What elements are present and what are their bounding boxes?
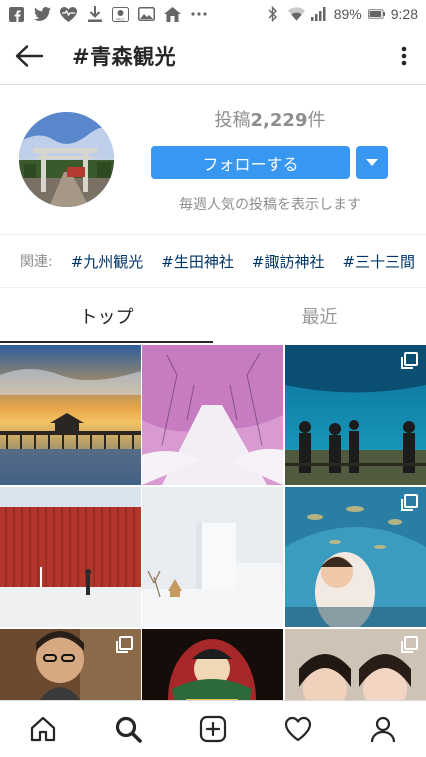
multi-photo-icon bbox=[401, 352, 418, 369]
bottom-nav bbox=[0, 700, 426, 757]
post-count: 投稿2,229件 bbox=[150, 106, 390, 132]
add-post-icon bbox=[199, 715, 227, 743]
tab-recent[interactable]: 最近 bbox=[213, 289, 426, 343]
related-tag-3[interactable]: #三十三間 bbox=[342, 251, 415, 272]
page-title: #青森観光 bbox=[72, 45, 177, 69]
nav-profile[interactable] bbox=[341, 701, 426, 757]
hashtag-profile: 投稿2,229件 フォローする 毎週人気の投稿を表示します bbox=[0, 86, 426, 234]
related-tag-1[interactable]: #生田神社 bbox=[161, 251, 234, 272]
multi-photo-icon bbox=[116, 636, 133, 653]
post-man-portrait[interactable] bbox=[0, 629, 141, 700]
wifi-icon bbox=[287, 6, 305, 23]
status-bar: REC 89% 9:28 bbox=[0, 0, 426, 28]
tab-top[interactable]: トップ bbox=[0, 289, 213, 343]
post-aquarium-tank[interactable] bbox=[285, 345, 426, 485]
related-tag-2[interactable]: #諏訪神社 bbox=[252, 251, 325, 272]
battery-percent: 89% bbox=[333, 6, 362, 22]
image-icon bbox=[138, 6, 155, 23]
back-button[interactable] bbox=[0, 28, 58, 85]
more-dots-icon bbox=[190, 6, 207, 23]
post-nebuta-float[interactable] bbox=[142, 629, 283, 700]
activity-heart-icon bbox=[285, 716, 312, 742]
multi-photo-icon bbox=[401, 636, 418, 653]
post-count-suffix: 件 bbox=[307, 110, 326, 131]
post-count-number: 2,229 bbox=[250, 110, 308, 131]
heart-pulse-icon bbox=[60, 6, 77, 23]
post-red-wall[interactable] bbox=[0, 487, 141, 627]
svg-text:REC: REC bbox=[116, 16, 125, 21]
post-cherry-snow[interactable] bbox=[142, 345, 283, 485]
more-options-button[interactable] bbox=[382, 28, 426, 85]
post-white-building[interactable] bbox=[142, 487, 283, 627]
feed-tabs: トップ 最近 bbox=[0, 289, 426, 343]
related-label: 関連: bbox=[20, 254, 53, 270]
related-tags: 関連: #九州観光 #生田神社 #諏訪神社 #三十三間 bbox=[0, 234, 426, 288]
twitter-icon bbox=[34, 6, 51, 23]
post-fish-tunnel[interactable] bbox=[285, 487, 426, 627]
signal-icon bbox=[311, 6, 328, 23]
nav-search[interactable] bbox=[85, 701, 170, 757]
facebook-icon bbox=[8, 6, 25, 23]
caret-down-icon bbox=[366, 158, 378, 166]
battery-icon bbox=[367, 6, 385, 23]
post-count-prefix: 投稿 bbox=[214, 110, 251, 131]
home-update-icon bbox=[164, 6, 181, 23]
hashtag-avatar bbox=[19, 112, 114, 207]
header-bar: #青森観光 bbox=[0, 28, 426, 85]
nav-add-post[interactable] bbox=[170, 701, 255, 757]
follow-dropdown-button[interactable] bbox=[356, 146, 388, 179]
rec-icon: REC bbox=[112, 6, 129, 23]
follow-row: フォローする bbox=[151, 146, 388, 179]
post-lake-pavilion[interactable] bbox=[0, 345, 141, 485]
profile-icon bbox=[371, 716, 396, 743]
nav-activity[interactable] bbox=[256, 701, 341, 757]
bluetooth-icon bbox=[265, 6, 282, 23]
post-grid bbox=[0, 345, 426, 700]
multi-photo-icon bbox=[401, 494, 418, 511]
clock: 9:28 bbox=[390, 6, 418, 22]
related-tag-0[interactable]: #九州観光 bbox=[71, 251, 144, 272]
arrow-left-icon bbox=[15, 45, 43, 67]
nav-home[interactable] bbox=[0, 701, 85, 757]
download-icon bbox=[86, 6, 103, 23]
vertical-dots-icon bbox=[401, 46, 407, 66]
home-icon bbox=[30, 716, 55, 742]
hashtag-subtitle: 毎週人気の投稿を表示します bbox=[179, 197, 361, 213]
search-icon bbox=[115, 716, 142, 743]
post-women-selfie[interactable] bbox=[285, 629, 426, 700]
follow-button[interactable]: フォローする bbox=[151, 146, 350, 179]
